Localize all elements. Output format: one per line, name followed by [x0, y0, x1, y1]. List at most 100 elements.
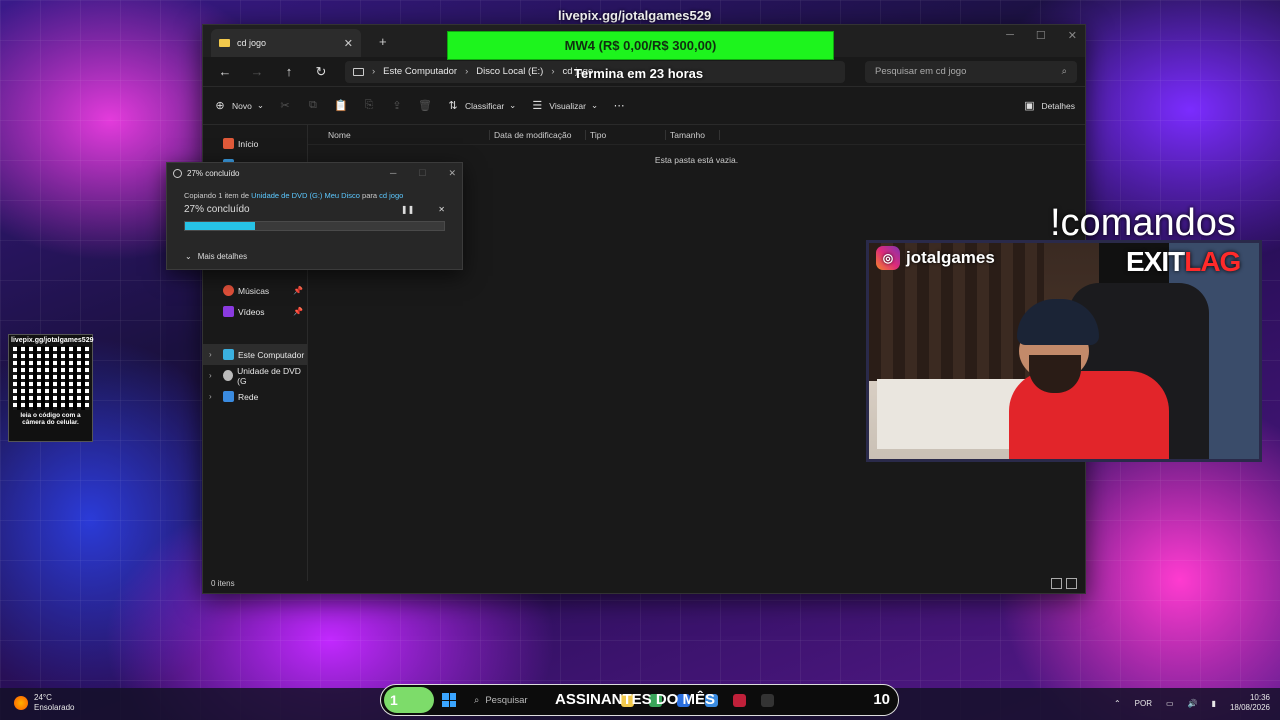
pin-icon: 📌	[293, 286, 303, 295]
temperature: 24°C	[34, 693, 52, 702]
sort-label: Classificar	[464, 100, 505, 111]
network-icon[interactable]: ▭	[1166, 699, 1174, 708]
sidebar-item-label: Músicas	[238, 285, 270, 296]
destination-link[interactable]: cd jogo	[379, 191, 403, 200]
network-icon	[223, 391, 234, 402]
subs-counter-left: 1	[384, 687, 434, 713]
cancel-icon[interactable]: ✕	[438, 205, 445, 214]
sun-icon	[14, 695, 28, 710]
details-label: Detalhes	[1041, 100, 1075, 111]
copy-progress-fill	[185, 222, 255, 230]
view-button[interactable]: ☰ Visualizar ⌄	[530, 99, 598, 113]
more-details-button[interactable]: ⌄ Mais detalhes	[185, 252, 247, 261]
rename-icon[interactable]: ⎘	[362, 99, 376, 113]
sidebar-item-music[interactable]: Músicas 📌	[203, 280, 307, 301]
app-icon[interactable]	[733, 694, 746, 707]
delete-icon[interactable]: 🗑	[418, 99, 432, 113]
language-indicator[interactable]: POR	[1135, 699, 1152, 708]
tiles-view-icon[interactable]	[1066, 577, 1077, 589]
chevron-right-icon[interactable]: ›	[209, 350, 212, 359]
breadcrumb-this-pc[interactable]: Este Computador	[383, 66, 457, 77]
home-icon	[223, 138, 234, 149]
copy-info-prefix: Copiando 1 item de	[184, 191, 250, 200]
column-size[interactable]: Tamanho	[666, 129, 720, 140]
battery-icon[interactable]: ▮	[1212, 699, 1216, 708]
sort-button[interactable]: ⇅ Classificar ⌄	[446, 99, 516, 113]
copy-icon[interactable]: ⧉	[306, 99, 320, 113]
qr-code-image	[12, 346, 89, 410]
sidebar-item-home[interactable]: Início	[203, 133, 307, 154]
search-placeholder: Pesquisar em cd jogo	[875, 66, 967, 77]
tab-label: cd jogo	[237, 38, 267, 48]
new-label: Novo	[232, 100, 252, 111]
sidebar-item-dvd[interactable]: › Unidade de DVD (G	[203, 365, 307, 386]
close-tab-icon[interactable]: ✕	[344, 37, 353, 50]
tab-cd-jogo[interactable]: cd jogo ✕	[211, 29, 361, 57]
maximize-icon[interactable]: ☐	[418, 168, 426, 179]
column-headers: Nome Data de modificação Tipo Tamanho	[308, 125, 1085, 145]
view-icon: ☰	[532, 100, 543, 112]
minimize-icon[interactable]: ─	[390, 168, 396, 179]
share-icon[interactable]: ⇪	[390, 99, 404, 113]
progress-header: 27% concluído ❚❚ ✕	[167, 200, 462, 215]
chevron-down-icon: ⌄	[185, 252, 192, 261]
breadcrumb-local-disk[interactable]: Disco Local (E:)	[476, 66, 543, 77]
window-controls: ─ ☐ ✕	[1006, 29, 1077, 42]
weather-widget[interactable]: 24°C Ensolarado	[14, 693, 74, 712]
new-tab-button[interactable]: +	[379, 34, 387, 49]
clock[interactable]: 10:36 18/08/2026	[1230, 693, 1270, 713]
volume-icon[interactable]: 🔊	[1188, 699, 1198, 708]
search-input[interactable]: Pesquisar em cd jogo ⌕	[865, 60, 1077, 83]
instagram-handle: jotalgames	[906, 248, 995, 267]
maximize-icon[interactable]: ☐	[1036, 29, 1046, 42]
subs-banner-title: ASSINANTES DO MÊS	[555, 691, 716, 708]
command-toolbar: ⊕ Novo ⌄ ✂ ⧉ 📋 ⎘ ⇪ 🗑 ⇅ Classificar ⌄ ☰ V…	[203, 87, 1085, 125]
chevron-right-icon[interactable]: ›	[209, 371, 212, 380]
minimize-icon[interactable]: ─	[1006, 29, 1014, 42]
new-button[interactable]: ⊕ Novo ⌄	[213, 99, 264, 113]
dialog-window-controls: ─ ☐ ✕	[390, 168, 456, 179]
epic-games-app-icon[interactable]	[761, 694, 774, 707]
pin-icon: 📌	[293, 307, 303, 316]
sidebar-item-this-pc[interactable]: › Este Computador	[203, 344, 307, 365]
column-date-modified[interactable]: Data de modificação	[490, 129, 586, 140]
goal-ends-text: Termina em 23 horas	[574, 66, 704, 81]
chevron-right-icon[interactable]: ›	[209, 392, 212, 401]
commands-overlay: !comandos	[1050, 202, 1236, 244]
chevron-up-icon[interactable]: ⌃	[1114, 699, 1121, 708]
paste-icon[interactable]: 📋	[334, 99, 348, 113]
subs-counter-right: 10	[873, 691, 890, 708]
column-type[interactable]: Tipo	[586, 129, 666, 140]
source-link[interactable]: Unidade de DVD (G:) Meu Disco	[251, 191, 360, 200]
search-icon: ⌕	[474, 694, 480, 706]
close-icon[interactable]: ✕	[448, 168, 456, 179]
sidebar-item-network[interactable]: › Rede	[203, 386, 307, 407]
more-options-icon[interactable]: ⋯	[612, 99, 626, 113]
details-button[interactable]: ▣ Detalhes	[1022, 99, 1075, 113]
view-label: Visualizar	[549, 100, 586, 111]
cut-icon[interactable]: ✂	[278, 99, 292, 113]
progress-clock-icon	[173, 168, 182, 178]
sort-icon: ⇅	[448, 100, 458, 112]
windows-start-icon[interactable]	[442, 693, 456, 707]
livepix-url-overlay: livepix.gg/jotalgames529	[558, 8, 712, 23]
music-icon	[223, 285, 234, 296]
chevron-right-icon: ›	[372, 66, 376, 77]
back-arrow-icon[interactable]: ←	[211, 64, 239, 79]
sidebar-item-videos[interactable]: Vídeos 📌	[203, 301, 307, 322]
taskbar-search[interactable]: ⌕ Pesquisar	[474, 695, 528, 706]
donation-goal-bar: MW4 (R$ 0,00/R$ 300,00)	[447, 31, 834, 60]
column-name[interactable]: Nome	[308, 129, 490, 140]
forward-arrow-icon[interactable]: →	[243, 64, 271, 79]
copy-progress-bar	[184, 221, 445, 231]
up-arrow-icon[interactable]: ↑	[275, 64, 303, 79]
computer-icon	[353, 67, 364, 76]
chevron-right-icon: ›	[465, 66, 469, 77]
chevron-down-icon: ⌄	[509, 100, 517, 110]
refresh-icon[interactable]: ↻	[307, 64, 335, 80]
instagram-icon: ◎	[876, 246, 900, 270]
details-view-icon[interactable]	[1051, 577, 1062, 589]
pause-icon[interactable]: ❚❚	[401, 205, 414, 214]
copy-progress-dialog[interactable]: 27% concluído ─ ☐ ✕ Copiando 1 item de U…	[166, 162, 463, 270]
close-window-icon[interactable]: ✕	[1068, 29, 1077, 42]
